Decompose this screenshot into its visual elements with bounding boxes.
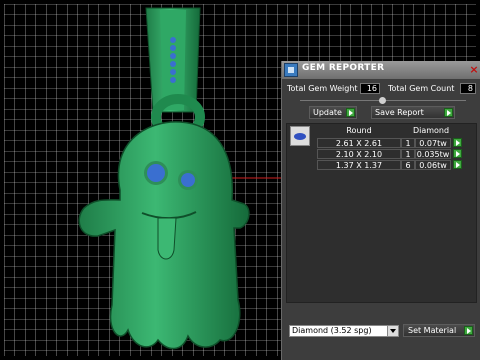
panel-title: GEM REPORTER — [302, 63, 385, 73]
set-material-button-label: Set Material — [408, 326, 457, 335]
gem-reporter-panel: GEM REPORTER × Total Gem Weight 16 Total… — [281, 61, 480, 360]
row-select-arrow-icon[interactable] — [453, 138, 462, 147]
update-button[interactable]: Update — [309, 106, 357, 119]
gem-size-cell: 1.37 X 1.37 — [317, 160, 401, 170]
gem-weight-cell: 0.07tw — [415, 138, 451, 148]
gem-table: Round Diamond 2.61 X 2.61 1 0.07tw 2.10 … — [286, 123, 477, 303]
gem-qty-cell: 1 — [401, 149, 415, 159]
gem-size-cell: 2.61 X 2.61 — [317, 138, 401, 148]
save-report-button[interactable]: Save Report — [371, 106, 455, 119]
set-material-button[interactable]: Set Material — [403, 324, 475, 337]
round-diamond-gem-icon — [290, 126, 310, 146]
column-header-shape: Round — [346, 126, 372, 135]
gem-qty-cell: 6 — [401, 160, 415, 170]
update-button-label: Update — [313, 108, 342, 117]
play-arrow-icon — [444, 108, 453, 117]
total-gem-count-value: 8 — [460, 83, 476, 94]
left-eye-gem — [147, 164, 165, 182]
ghost-tongue — [157, 217, 177, 260]
save-report-button-label: Save Report — [375, 108, 424, 117]
material-select[interactable]: Diamond (3.52 spg) — [289, 325, 399, 337]
material-select-value: Diamond (3.52 spg) — [292, 326, 372, 335]
gem-weight-cell: 0.035tw — [415, 149, 451, 159]
play-arrow-icon — [464, 326, 473, 335]
column-header-material: Diamond — [412, 126, 450, 135]
close-icon[interactable]: × — [468, 63, 480, 76]
right-eye-gem — [181, 173, 195, 187]
total-gem-weight-value: 16 — [360, 83, 380, 94]
total-gem-count-label: Total Gem Count — [388, 84, 455, 93]
slider-knob[interactable] — [379, 97, 386, 104]
row-select-arrow-icon[interactable] — [453, 149, 462, 158]
panel-divider-slider[interactable] — [300, 97, 466, 104]
gem-qty-cell: 1 — [401, 138, 415, 148]
gem-reporter-app-icon — [284, 63, 298, 77]
panel-titlebar[interactable]: GEM REPORTER × — [282, 61, 480, 79]
row-select-arrow-icon[interactable] — [453, 160, 462, 169]
gem-weight-cell: 0.06tw — [415, 160, 451, 170]
play-arrow-icon — [346, 108, 355, 117]
total-gem-weight-label: Total Gem Weight — [287, 84, 358, 93]
chevron-down-icon[interactable] — [387, 326, 398, 336]
gem-size-cell: 2.10 X 2.10 — [317, 149, 401, 159]
